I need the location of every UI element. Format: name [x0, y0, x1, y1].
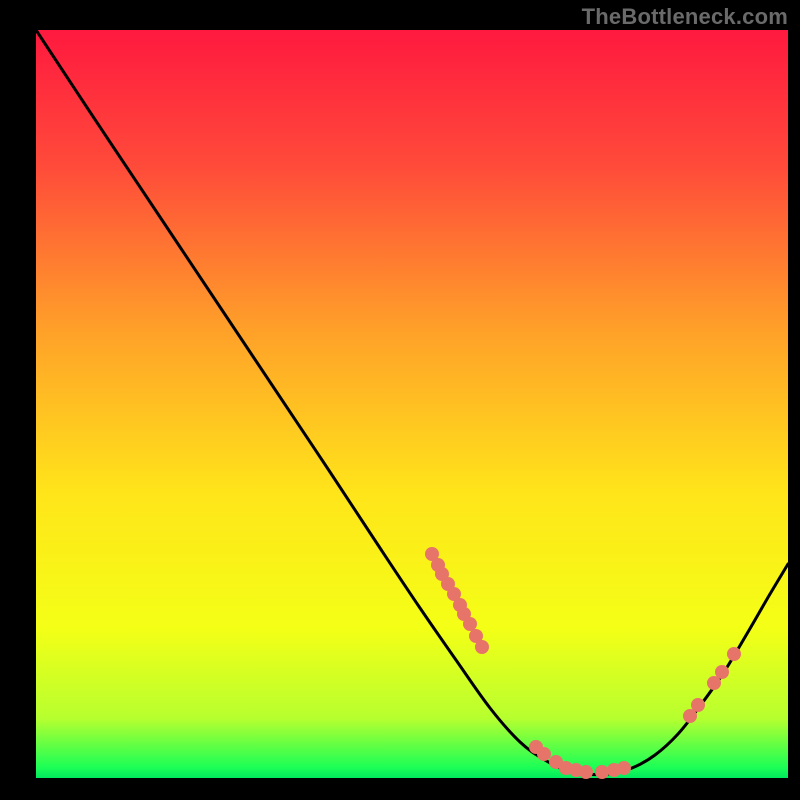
- data-marker: [617, 761, 631, 775]
- data-marker: [579, 765, 593, 779]
- data-marker: [463, 617, 477, 631]
- bottleneck-chart: [0, 0, 800, 800]
- data-marker: [475, 640, 489, 654]
- chart-container: { "watermark": "TheBottleneck.com", "cha…: [0, 0, 800, 800]
- data-marker: [715, 665, 729, 679]
- data-marker: [595, 765, 609, 779]
- watermark-text: TheBottleneck.com: [582, 4, 788, 30]
- plot-background: [36, 30, 788, 778]
- data-marker: [727, 647, 741, 661]
- data-marker: [691, 698, 705, 712]
- data-marker: [537, 747, 551, 761]
